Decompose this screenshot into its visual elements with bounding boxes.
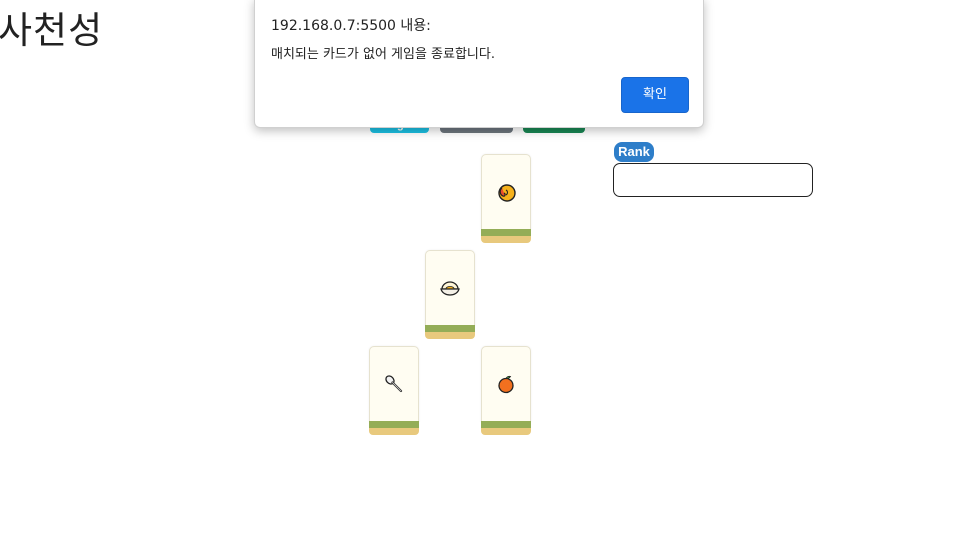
card-edge-tan [369,428,419,435]
ok-button[interactable]: 확인 [621,77,689,113]
dialog-message: 매치되는 카드가 없어 게임을 종료합니다. [271,47,495,62]
card-edge-tan [425,332,475,339]
game-card-spoon[interactable] [369,346,419,436]
card-edge-green [481,421,531,428]
card-edge-green [425,325,475,332]
card-edge-green [481,229,531,236]
game-card-egg-bowl[interactable] [425,250,475,340]
orange-icon [498,375,514,394]
page-title: 사천성 [0,9,104,52]
alert-dialog: 192.168.0.7:5500 내용: 매치되는 카드가 없어 게임을 종료합… [254,0,704,128]
spoon-icon [385,375,403,393]
egg-bowl-icon [440,281,460,296]
rank-badge: Rank [614,142,654,162]
dialog-origin: 192.168.0.7:5500 내용: [271,18,431,34]
game-card-shrimp[interactable] [481,154,531,244]
card-edge-tan [481,236,531,243]
shrimp-icon [498,184,516,202]
rank-list [613,163,813,197]
card-edge-green [369,421,419,428]
card-edge-tan [481,428,531,435]
game-card-orange[interactable] [481,346,531,436]
